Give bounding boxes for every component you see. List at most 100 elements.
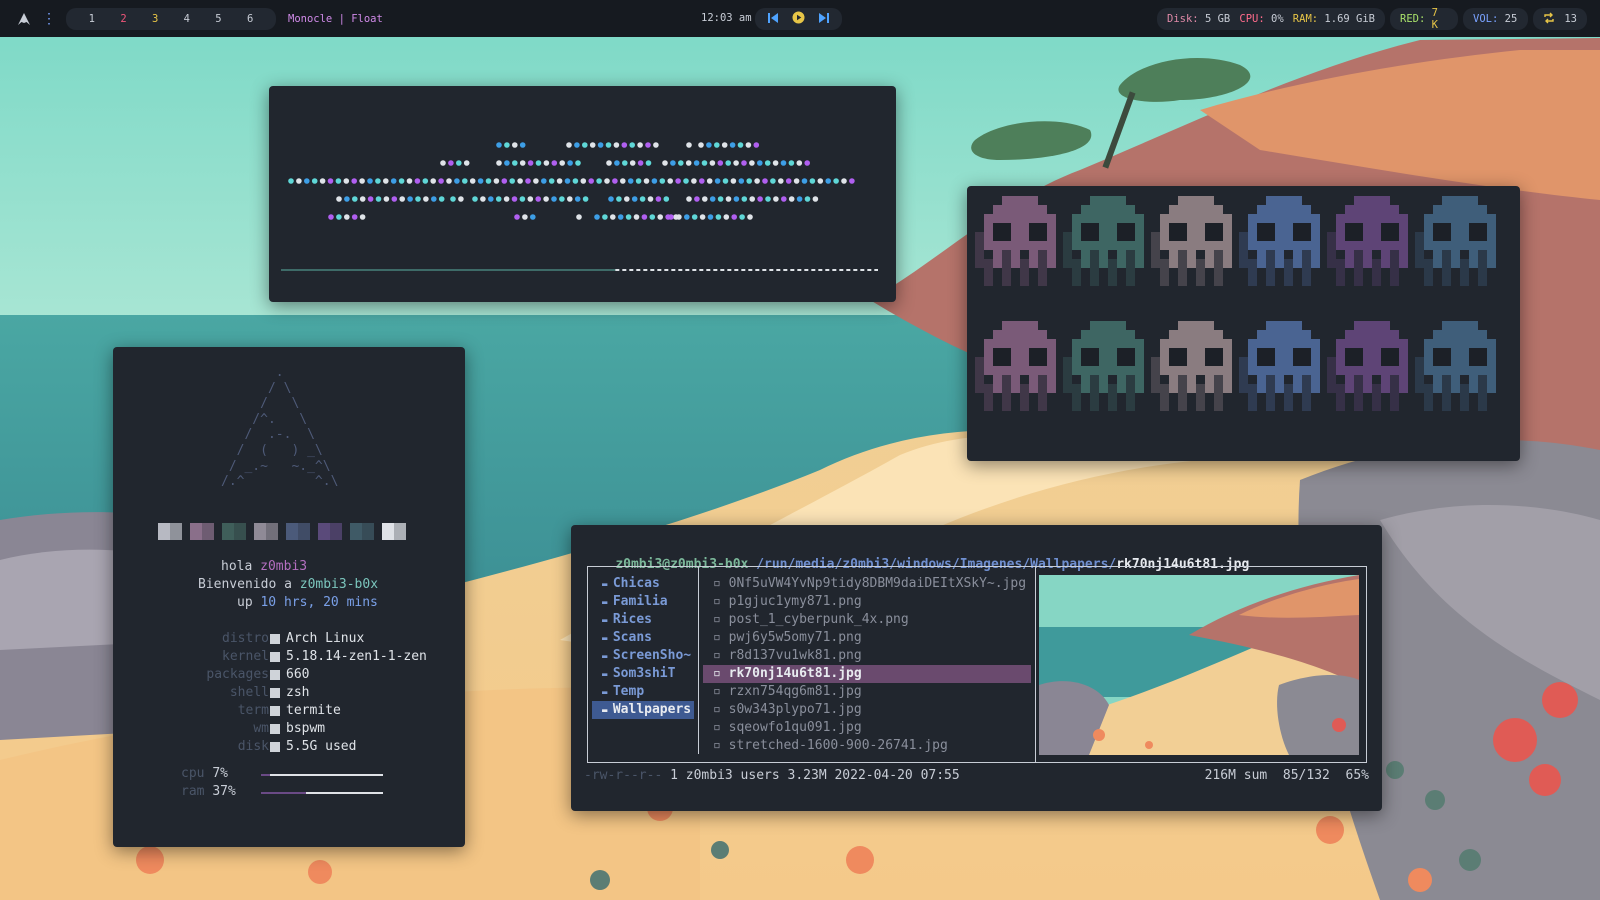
visualizer-dot bbox=[772, 160, 779, 166]
file-item[interactable]: ▫ sqeowfo1qu091.jpg bbox=[703, 719, 1031, 737]
play-icon[interactable] bbox=[792, 11, 805, 27]
skull-icon bbox=[1239, 321, 1320, 411]
image-file-icon: ▫ bbox=[713, 666, 729, 681]
visualizer-dot bbox=[629, 142, 635, 148]
dir-item[interactable]: ▬ Wallpapers bbox=[592, 701, 694, 719]
dir-sum: 216M sum bbox=[1204, 768, 1268, 783]
arch-logo-icon[interactable] bbox=[16, 11, 32, 27]
visualizer-dot bbox=[574, 142, 580, 148]
image-file-icon: ▫ bbox=[713, 702, 729, 717]
folder-icon: ▬ bbox=[602, 688, 613, 698]
visualizer-dot bbox=[415, 196, 421, 202]
folder-icon: ▬ bbox=[602, 706, 613, 716]
visualizer-dot bbox=[567, 196, 573, 202]
workspace-3[interactable]: 3 bbox=[152, 13, 158, 25]
updates-indicator[interactable]: 13 bbox=[1533, 8, 1587, 30]
skull-icon bbox=[1415, 196, 1496, 286]
visualizer-dot bbox=[431, 196, 437, 202]
info-row-disk: disk 5.5G used bbox=[113, 738, 465, 756]
visualizer-dot bbox=[717, 196, 724, 202]
file-item[interactable]: ▫ pwj6y5w5omy71.png bbox=[703, 629, 1031, 647]
skull-icon bbox=[975, 196, 1056, 286]
file-item[interactable]: ▫ 0Nf5uVW4YvNp9tidy8DBM9daiDEItXSkY~.jpg bbox=[703, 575, 1031, 593]
workspace-2[interactable]: 2 bbox=[120, 13, 126, 25]
visualizer-dot bbox=[706, 178, 713, 184]
dir-item[interactable]: ▬ Familia bbox=[592, 593, 694, 611]
visualizer-dot bbox=[535, 160, 542, 166]
visualizer-dot bbox=[375, 196, 382, 202]
pixel-skulls-window[interactable] bbox=[967, 186, 1520, 461]
file-name: s0w343plypo71.jpg bbox=[728, 702, 862, 717]
visualizer-window[interactable] bbox=[269, 86, 896, 302]
visualizer-dot bbox=[849, 178, 855, 184]
color-swatch-3 bbox=[222, 523, 246, 540]
file-name: post_1_cyberpunk_4x.png bbox=[728, 612, 909, 627]
dir-item[interactable]: ▬ Scans bbox=[592, 629, 694, 647]
dir-item[interactable]: ▬ Chicas bbox=[592, 575, 694, 593]
skull-icon bbox=[975, 321, 1056, 411]
workspace-6[interactable]: 6 bbox=[247, 13, 253, 25]
visualizer-dot bbox=[781, 196, 787, 202]
fetch-window[interactable]: . / \ / \ /^. \ / .-. \ / ( ) _\ / _.~ ~… bbox=[113, 347, 465, 847]
image-file-icon: ▫ bbox=[713, 738, 729, 753]
visualizer-dot bbox=[319, 178, 326, 184]
visualizer-dot bbox=[746, 178, 752, 184]
workspace-1[interactable]: 1 bbox=[89, 13, 95, 25]
dir-item[interactable]: ▬ Temp bbox=[592, 683, 694, 701]
visualizer-dot bbox=[793, 178, 800, 184]
visualizer-dot bbox=[702, 196, 708, 202]
visualizer-dot bbox=[559, 196, 565, 202]
visualizer-dot bbox=[701, 160, 708, 166]
info-label: distro bbox=[222, 631, 269, 646]
visualizer-dot bbox=[454, 178, 460, 184]
skip-previous-icon[interactable] bbox=[767, 12, 779, 27]
workspace-4[interactable]: 4 bbox=[184, 13, 190, 25]
playback-progress-fill[interactable] bbox=[281, 269, 616, 271]
visualizer-dot bbox=[741, 196, 748, 202]
visualizer-dot bbox=[327, 178, 334, 184]
layout-indicator[interactable]: Monocle | Float bbox=[288, 13, 383, 25]
visualizer-dot bbox=[535, 196, 541, 202]
file-item[interactable]: ▫ p1gjuc1ymy871.png bbox=[703, 593, 1031, 611]
dir-item[interactable]: ▬ Rices bbox=[592, 611, 694, 629]
visualizer-dot bbox=[352, 196, 358, 202]
info-label: kernel bbox=[222, 649, 269, 664]
file-item[interactable]: ▫ s0w343plypo71.jpg bbox=[703, 701, 1031, 719]
file-name: rk70nj14u6t81.jpg bbox=[728, 666, 862, 681]
file-item[interactable]: ▫ post_1_cyberpunk_4x.png bbox=[703, 611, 1031, 629]
workspace-5[interactable]: 5 bbox=[215, 13, 221, 25]
visualizer-dot bbox=[390, 178, 397, 184]
skip-next-icon[interactable] bbox=[818, 12, 830, 27]
visualizer-dot bbox=[707, 214, 714, 220]
visualizer-dot bbox=[637, 142, 643, 148]
file-name: stretched-1600-900-26741.jpg bbox=[728, 738, 948, 753]
visualizer-dot bbox=[351, 214, 358, 220]
file-item[interactable]: ▫ rzxn754qg6m81.jpg bbox=[703, 683, 1031, 701]
visualizer-dot bbox=[722, 178, 729, 184]
file-item[interactable]: ▫ stretched-1600-900-26741.jpg bbox=[703, 737, 1031, 755]
visualizer-dot bbox=[691, 178, 697, 184]
visualizer-dot bbox=[812, 196, 819, 202]
ranger-window[interactable]: z0mbi3@z0mbi3-b0x /run/media/z0mbi3/wind… bbox=[571, 525, 1382, 811]
visualizer-dot bbox=[496, 160, 502, 166]
volume-indicator[interactable]: VOL: 25 bbox=[1463, 8, 1528, 30]
visualizer-dot bbox=[620, 178, 626, 184]
visualizer-dot bbox=[629, 160, 636, 166]
skull-icon bbox=[1239, 196, 1320, 286]
red-indicator[interactable]: RED: 7 K bbox=[1390, 7, 1458, 31]
dir-item[interactable]: ▬ ScreenSho~ bbox=[592, 647, 694, 665]
color-swatch-6 bbox=[318, 523, 342, 540]
file-item[interactable]: ▫ r8d137vu1wk81.png bbox=[703, 647, 1031, 665]
visualizer-dot bbox=[423, 196, 429, 202]
color-swatch-2 bbox=[190, 523, 214, 540]
menu-dots-icon[interactable]: ⋮ bbox=[42, 12, 56, 26]
file-item[interactable]: ▫ rk70nj14u6t81.jpg bbox=[703, 665, 1031, 683]
dir-name: Chicas bbox=[612, 576, 660, 591]
visualizer-dot bbox=[438, 178, 444, 184]
info-row-packages: packages 660 bbox=[113, 666, 465, 684]
folder-icon: ▬ bbox=[602, 616, 613, 626]
visualizer-dot bbox=[604, 178, 610, 184]
visualizer-dot bbox=[463, 160, 470, 166]
dir-item[interactable]: ▬ Som3shiT bbox=[592, 665, 694, 683]
skull-icon bbox=[1063, 321, 1144, 411]
